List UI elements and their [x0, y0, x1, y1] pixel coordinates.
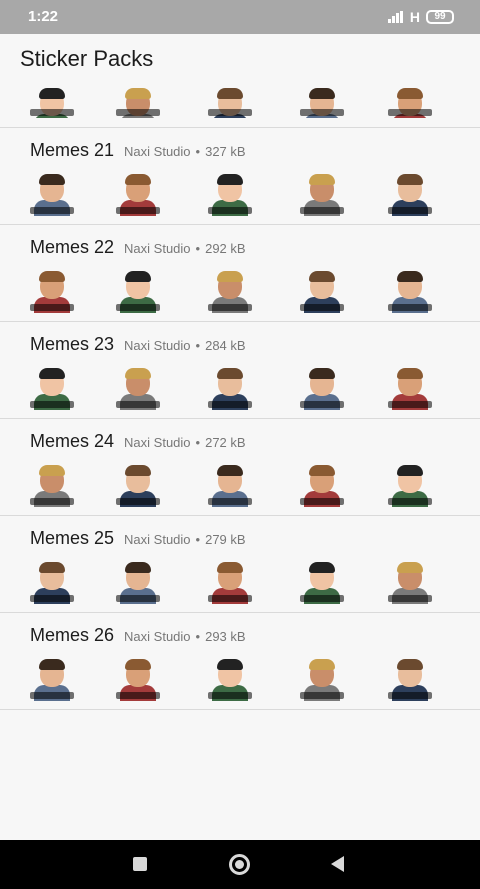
pack-meta: Naxi Studio • 293 kB	[124, 629, 246, 644]
sticker-thumbnail	[112, 560, 164, 604]
sticker-pack-row[interactable]: Memes 26 Naxi Studio • 293 kB	[0, 613, 480, 710]
sticker-thumbnail	[384, 366, 436, 410]
sticker-thumbnails	[0, 366, 480, 412]
sticker-pack-row[interactable]: Memes 25 Naxi Studio • 279 kB	[0, 516, 480, 613]
pack-publisher: Naxi Studio	[124, 241, 191, 256]
sticker-thumbnails	[0, 463, 480, 509]
pack-publisher: Naxi Studio	[124, 144, 191, 159]
pack-name: Memes 21	[30, 140, 115, 160]
sticker-thumbnail	[26, 172, 78, 216]
sticker-thumbnails	[0, 560, 480, 606]
sticker-thumbnail	[204, 463, 256, 507]
pack-publisher: Naxi Studio	[124, 532, 191, 547]
pack-meta: Naxi Studio • 279 kB	[124, 532, 246, 547]
meta-separator: •	[195, 435, 201, 450]
status-indicators: H 99	[387, 9, 454, 25]
meta-separator: •	[195, 629, 201, 644]
sticker-thumbnail	[26, 560, 78, 604]
sticker-thumbnail	[384, 657, 436, 701]
sticker-thumbnail	[112, 86, 164, 118]
battery-icon: 99	[426, 10, 454, 24]
pack-header: Memes 21 Naxi Studio • 327 kB	[30, 140, 246, 161]
pack-size: 284 kB	[205, 338, 246, 353]
pack-publisher: Naxi Studio	[124, 435, 191, 450]
sticker-thumbnail	[296, 463, 348, 507]
list-bottom-fade	[0, 725, 480, 755]
pack-size: 293 kB	[205, 629, 246, 644]
pack-meta: Naxi Studio • 284 kB	[124, 338, 246, 353]
sticker-thumbnail	[26, 657, 78, 701]
pack-publisher: Naxi Studio	[124, 338, 191, 353]
sticker-thumbnail	[112, 463, 164, 507]
sticker-thumbnail	[296, 86, 348, 118]
sticker-thumbnails	[0, 269, 480, 315]
pack-name: Memes 24	[30, 431, 115, 451]
sticker-thumbnail	[204, 366, 256, 410]
pack-size: 327 kB	[205, 144, 246, 159]
sticker-thumbnail	[384, 86, 436, 118]
pack-header: Memes 26 Naxi Studio • 293 kB	[30, 625, 246, 646]
meta-separator: •	[195, 338, 201, 353]
pack-header: Memes 25 Naxi Studio • 279 kB	[30, 528, 246, 549]
meta-separator: •	[195, 532, 201, 547]
sticker-thumbnail	[296, 269, 348, 313]
top-sticker-row[interactable]	[0, 84, 480, 126]
sticker-thumbnail	[26, 269, 78, 313]
pack-size: 272 kB	[205, 435, 246, 450]
sticker-thumbnail	[384, 463, 436, 507]
sticker-thumbnail	[112, 657, 164, 701]
status-bar: 1:22 H 99	[0, 0, 480, 34]
navigation-bar	[0, 840, 480, 889]
sticker-thumbnail	[296, 366, 348, 410]
sticker-thumbnails	[0, 172, 480, 218]
pack-name: Memes 23	[30, 334, 115, 354]
home-circle-icon[interactable]	[229, 854, 250, 875]
sticker-thumbnail	[26, 463, 78, 507]
sticker-thumbnails	[0, 657, 480, 703]
sticker-thumbnail	[384, 172, 436, 216]
sticker-thumbnail	[384, 560, 436, 604]
signal-icon	[387, 11, 404, 23]
sticker-pack-row[interactable]: Memes 21 Naxi Studio • 327 kB	[0, 128, 480, 225]
sticker-pack-row[interactable]: Memes 22 Naxi Studio • 292 kB	[0, 225, 480, 322]
meta-separator: •	[195, 144, 201, 159]
sticker-thumbnail	[112, 366, 164, 410]
sticker-thumbnail	[112, 172, 164, 216]
sticker-thumbnail	[296, 560, 348, 604]
network-type: H	[409, 9, 420, 25]
sticker-thumbnail	[296, 172, 348, 216]
sticker-thumbnail	[204, 172, 256, 216]
pack-name: Memes 26	[30, 625, 115, 645]
pack-meta: Naxi Studio • 327 kB	[124, 144, 246, 159]
sticker-pack-row[interactable]: Memes 24 Naxi Studio • 272 kB	[0, 419, 480, 516]
meta-separator: •	[195, 241, 201, 256]
pack-publisher: Naxi Studio	[124, 629, 191, 644]
pack-header: Memes 22 Naxi Studio • 292 kB	[30, 237, 246, 258]
status-time: 1:22	[28, 8, 59, 25]
pack-header: Memes 23 Naxi Studio • 284 kB	[30, 334, 246, 355]
sticker-thumbnail	[26, 366, 78, 410]
pack-size: 292 kB	[205, 241, 246, 256]
sticker-thumbnail	[204, 86, 256, 118]
pack-name: Memes 25	[30, 528, 115, 548]
back-triangle-icon[interactable]	[331, 856, 344, 872]
sticker-thumbnail	[204, 657, 256, 701]
pack-name: Memes 22	[30, 237, 115, 257]
pack-size: 279 kB	[205, 532, 246, 547]
sticker-thumbnail	[26, 86, 78, 118]
sticker-thumbnail	[296, 657, 348, 701]
sticker-thumbnail	[204, 560, 256, 604]
square-icon[interactable]	[133, 857, 147, 871]
sticker-thumbnail	[112, 269, 164, 313]
sticker-thumbnail	[384, 269, 436, 313]
pack-header: Memes 24 Naxi Studio • 272 kB	[30, 431, 246, 452]
pack-meta: Naxi Studio • 272 kB	[124, 435, 246, 450]
page-title: Sticker Packs	[20, 46, 154, 71]
sticker-pack-row[interactable]: Memes 23 Naxi Studio • 284 kB	[0, 322, 480, 419]
pack-meta: Naxi Studio • 292 kB	[124, 241, 246, 256]
sticker-thumbnail	[204, 269, 256, 313]
